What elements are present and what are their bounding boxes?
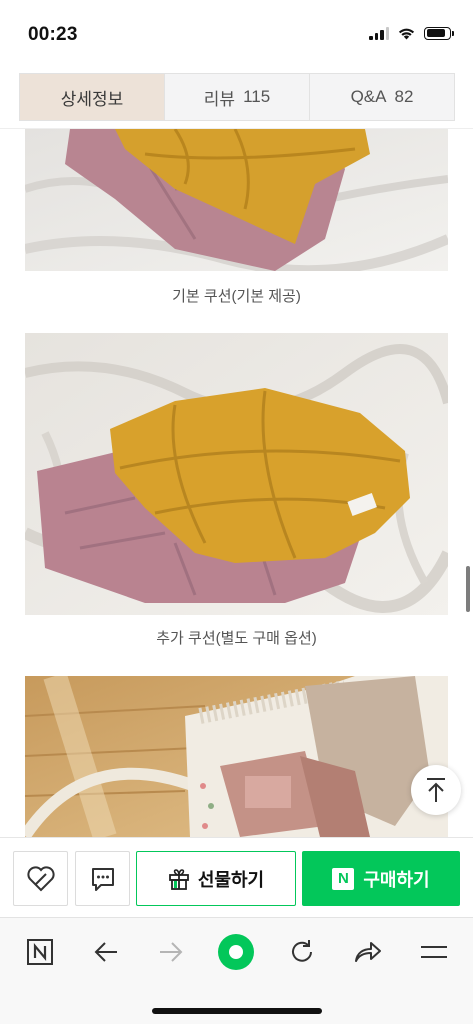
share-button[interactable] — [348, 932, 388, 972]
chat-bubble-icon — [91, 867, 114, 891]
photo-caption-basic: 기본 쿠션(기본 제공) — [172, 288, 301, 305]
share-arrow-icon — [355, 942, 381, 962]
purchase-action-bar: 선물하기 N 구매하기 — [0, 837, 473, 917]
naver-pay-badge: N — [332, 867, 355, 890]
status-time: 00:23 — [28, 24, 78, 45]
wishlist-button[interactable] — [13, 851, 68, 906]
cellular-signal-icon — [369, 26, 389, 40]
hamburger-menu-icon — [421, 946, 447, 958]
arrow-right-icon — [160, 942, 183, 962]
green-dot-icon — [218, 934, 254, 970]
menu-button[interactable] — [414, 932, 454, 972]
buy-button-label: 구매하기 — [363, 869, 430, 890]
product-detail-content[interactable]: 기본 쿠션(기본 제공) 추가 쿠션(별도 구매 옵션) — [0, 129, 473, 837]
tab-reviews-count: 115 — [243, 87, 271, 106]
talk-inquiry-button[interactable] — [75, 851, 130, 906]
product-photo-basic-cushion — [25, 129, 448, 271]
gift-icon — [168, 868, 189, 890]
green-dot-button[interactable] — [216, 932, 256, 972]
status-bar: 00:23 — [0, 0, 473, 70]
gift-button-label: 선물하기 — [197, 869, 265, 890]
battery-icon — [424, 26, 454, 40]
naver-logo-icon — [27, 939, 53, 965]
arrow-up-icon — [427, 778, 445, 802]
naver-home-button[interactable] — [20, 932, 60, 972]
scrollbar[interactable] — [466, 566, 470, 612]
heart-icon — [26, 865, 55, 891]
tab-qna[interactable]: Q&A 82 — [310, 74, 454, 120]
battery-level — [426, 29, 446, 37]
product-tabs: 상세정보 리뷰 115 Q&A 82 — [19, 73, 455, 121]
refresh-button[interactable] — [282, 932, 322, 972]
tab-details[interactable]: 상세정보 — [20, 74, 165, 120]
gift-button[interactable]: 선물하기 — [136, 851, 296, 906]
status-icons — [369, 26, 454, 40]
refresh-icon — [292, 940, 312, 962]
product-photo-additional-cushion — [25, 333, 448, 615]
tab-reviews-label: 리뷰 — [203, 89, 236, 109]
home-indicator — [152, 1008, 322, 1014]
tab-reviews[interactable]: 리뷰 115 — [165, 74, 310, 120]
scroll-to-top-button[interactable] — [411, 765, 461, 815]
arrow-left-icon — [94, 942, 117, 962]
product-photo-bag-interior — [25, 676, 448, 837]
back-button[interactable] — [86, 932, 126, 972]
wifi-icon — [398, 28, 415, 40]
tab-details-label: 상세정보 — [60, 89, 124, 109]
tab-qna-count: 82 — [394, 87, 414, 106]
tab-qna-label: Q&A — [350, 87, 387, 106]
buy-button[interactable]: N 구매하기 — [302, 851, 460, 906]
forward-button[interactable] — [151, 932, 191, 972]
photo-caption-additional: 추가 쿠션(별도 구매 옵션) — [156, 630, 317, 647]
